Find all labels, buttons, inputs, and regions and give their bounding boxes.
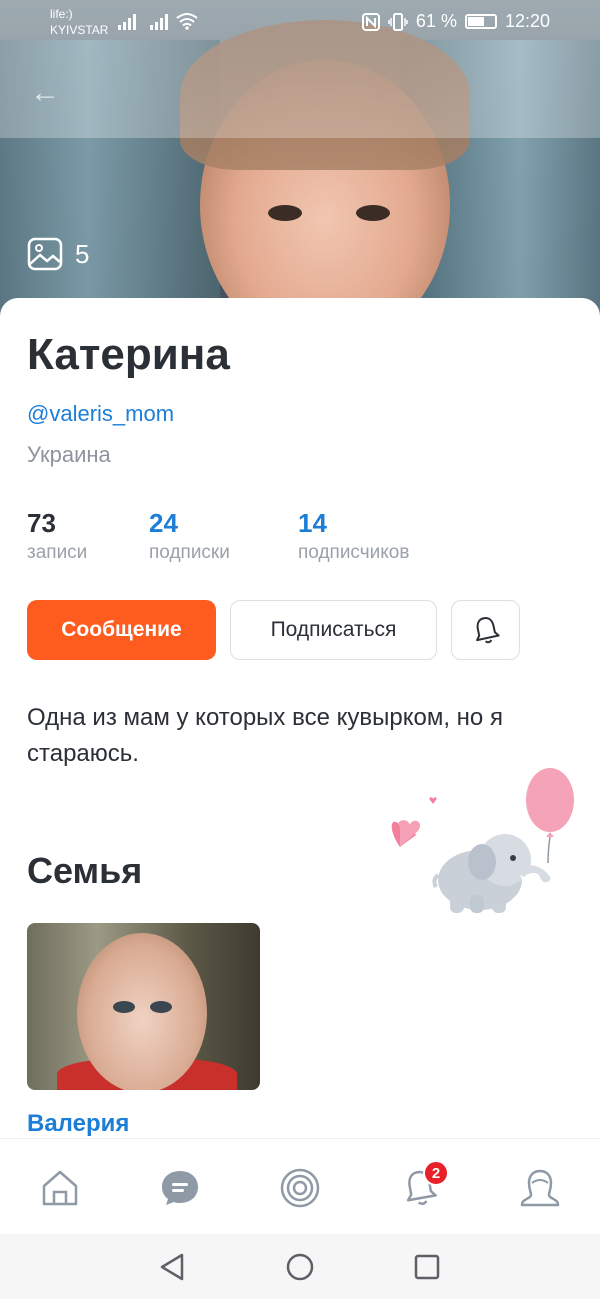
signal-icon <box>118 14 136 30</box>
square-recents-icon <box>414 1254 440 1280</box>
photo-eye <box>150 1001 172 1013</box>
elephant-balloon-illustration <box>391 768 574 913</box>
system-recents-button[interactable] <box>410 1250 444 1284</box>
bell-icon <box>475 617 500 644</box>
family-member-name[interactable]: Валерия <box>27 1110 129 1138</box>
cover-photo[interactable] <box>0 0 600 320</box>
nav-profile[interactable] <box>518 1166 562 1210</box>
stat-following-value: 24 <box>149 508 178 538</box>
nav-target[interactable] <box>278 1166 322 1210</box>
circle-home-icon <box>286 1253 314 1281</box>
clock: 12:20 <box>504 11 550 31</box>
stat-followers-value: 14 <box>298 508 327 538</box>
triangle-back-icon <box>160 1253 184 1281</box>
profile-name: Катерина <box>27 330 230 379</box>
stat-posts-label: записи <box>27 542 88 563</box>
cover-photo-eye <box>268 205 302 221</box>
carrier-label: life:) KYIVSTAR <box>50 6 108 38</box>
photo-eye <box>113 1001 135 1013</box>
photo-count-value: 5 <box>75 238 90 269</box>
subscribe-button[interactable]: Подписаться <box>230 600 437 660</box>
profile-country: Украина <box>27 442 111 467</box>
carrier-line2: KYIVSTAR <box>50 23 109 37</box>
stat-posts[interactable]: 73 записи <box>27 508 87 564</box>
profile-bio: Одна из мам у которых все кувырком, но я… <box>27 704 503 767</box>
stat-followers[interactable]: 14 подписчиков <box>298 508 409 564</box>
system-back-button[interactable] <box>155 1250 189 1284</box>
system-home-button[interactable] <box>283 1250 317 1284</box>
carrier-line1: life:) <box>50 7 73 21</box>
back-arrow-icon[interactable]: ← <box>30 78 60 108</box>
notify-button[interactable] <box>451 600 520 660</box>
stat-following[interactable]: 24 подписки <box>149 508 230 564</box>
battery-percent: 61 % <box>415 11 457 31</box>
stat-following-label: подписки <box>149 542 230 563</box>
cover-photo-eye <box>356 205 390 221</box>
family-member-photo[interactable] <box>27 923 260 1090</box>
nav-chat[interactable] <box>158 1166 202 1210</box>
wifi-icon <box>176 13 198 30</box>
status-right: 61 % 12:20 <box>361 11 550 32</box>
message-button[interactable]: Сообщение <box>27 600 216 660</box>
family-section-title: Семья <box>27 850 143 891</box>
battery-icon <box>464 14 497 29</box>
nav-home[interactable] <box>38 1166 82 1210</box>
image-icon <box>27 237 63 271</box>
target-icon <box>280 1168 320 1208</box>
stat-followers-label: подписчиков <box>298 542 410 563</box>
notification-badge: 2 <box>423 1160 449 1186</box>
chat-icon <box>162 1171 198 1205</box>
status-bar: life:) KYIVSTAR 61 % 12:20 <box>0 0 600 46</box>
home-icon <box>42 1170 78 1206</box>
signal-icon <box>150 14 168 30</box>
stat-posts-value: 73 <box>27 508 56 538</box>
vibrate-icon <box>388 12 408 31</box>
profile-icon <box>520 1169 560 1207</box>
photo-count[interactable]: 5 <box>27 237 89 271</box>
nfc-icon <box>361 12 380 31</box>
profile-handle[interactable]: @valeris_mom <box>27 401 174 427</box>
photo-face <box>77 933 207 1090</box>
